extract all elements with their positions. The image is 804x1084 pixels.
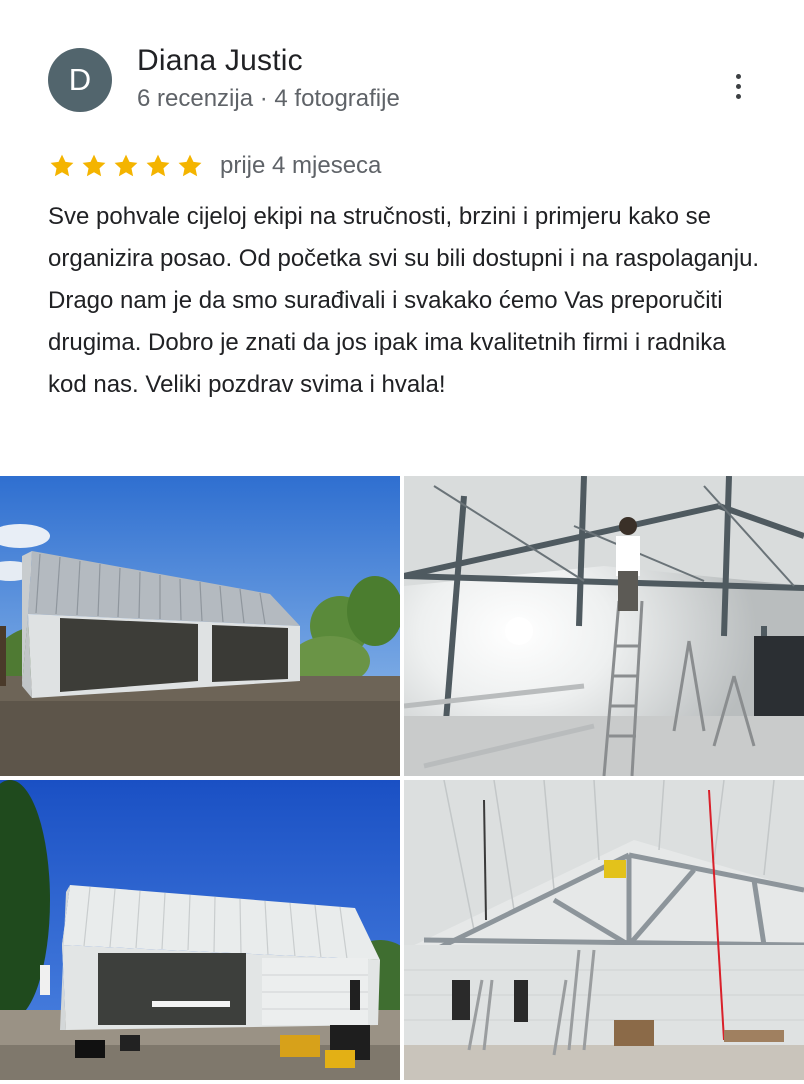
star-icon (114, 154, 138, 177)
author-name[interactable]: Diana Justic (137, 44, 303, 78)
star-icon (146, 154, 170, 177)
review-photo-3[interactable] (0, 780, 400, 1080)
star-icon (50, 154, 74, 177)
avatar-initial: D (68, 62, 92, 97)
more-options-button[interactable] (714, 62, 762, 110)
author-meta: 6 recenzija · 4 fotografije (137, 85, 400, 112)
review-photo-2[interactable] (404, 476, 804, 776)
star-rating (48, 152, 204, 180)
star-icon (178, 154, 202, 177)
review-header: D Diana Justic 6 recenzija · 4 fotografi… (0, 0, 804, 140)
photo-grid (0, 476, 804, 1080)
review-photo-1[interactable] (0, 476, 400, 776)
rating-row: prije 4 mjeseca (48, 148, 381, 184)
more-vert-icon (735, 73, 741, 99)
star-icon (82, 154, 106, 177)
review-date: prije 4 mjeseca (220, 152, 382, 179)
avatar[interactable]: D (48, 48, 112, 112)
review-photo-4[interactable] (404, 780, 804, 1080)
review-text: Sve pohvale cijeloj ekipi na stručnosti,… (48, 203, 760, 398)
